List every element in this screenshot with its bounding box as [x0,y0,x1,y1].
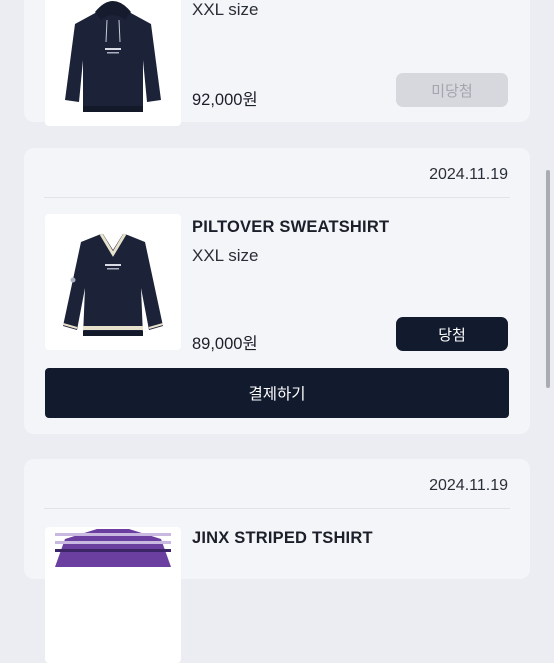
product-size: XXL size [192,246,259,265]
product-image-striped-tshirt[interactable] [45,527,181,663]
order-card: XXL size 92,000원 미당첨 [24,0,530,126]
product-image-hoodie[interactable] [45,0,181,126]
result-won-button[interactable]: 당첨 [396,317,508,351]
order-date: 2024.11.19 [429,166,508,183]
order-date: 2024.11.19 [429,477,508,494]
product-name[interactable]: PILTOVER SWEATSHIRT [192,218,389,237]
order-card: 2024.11.19 JINX STRIPED TSHIRT [24,459,530,663]
product-image-sweatshirt[interactable] [45,214,181,350]
scrollbar[interactable] [546,170,550,388]
order-card: 2024.11.19 PILTOVER SWEATSHIRT XXL size … [24,148,530,434]
product-price: 89,000원 [192,335,258,353]
checkout-button[interactable]: 결제하기 [45,368,509,418]
product-size: XXL size [192,0,259,19]
divider [44,197,510,198]
divider [44,508,510,509]
result-not-won-button[interactable]: 미당첨 [396,73,508,107]
product-price: 92,000원 [192,91,258,109]
product-name[interactable]: JINX STRIPED TSHIRT [192,529,373,548]
